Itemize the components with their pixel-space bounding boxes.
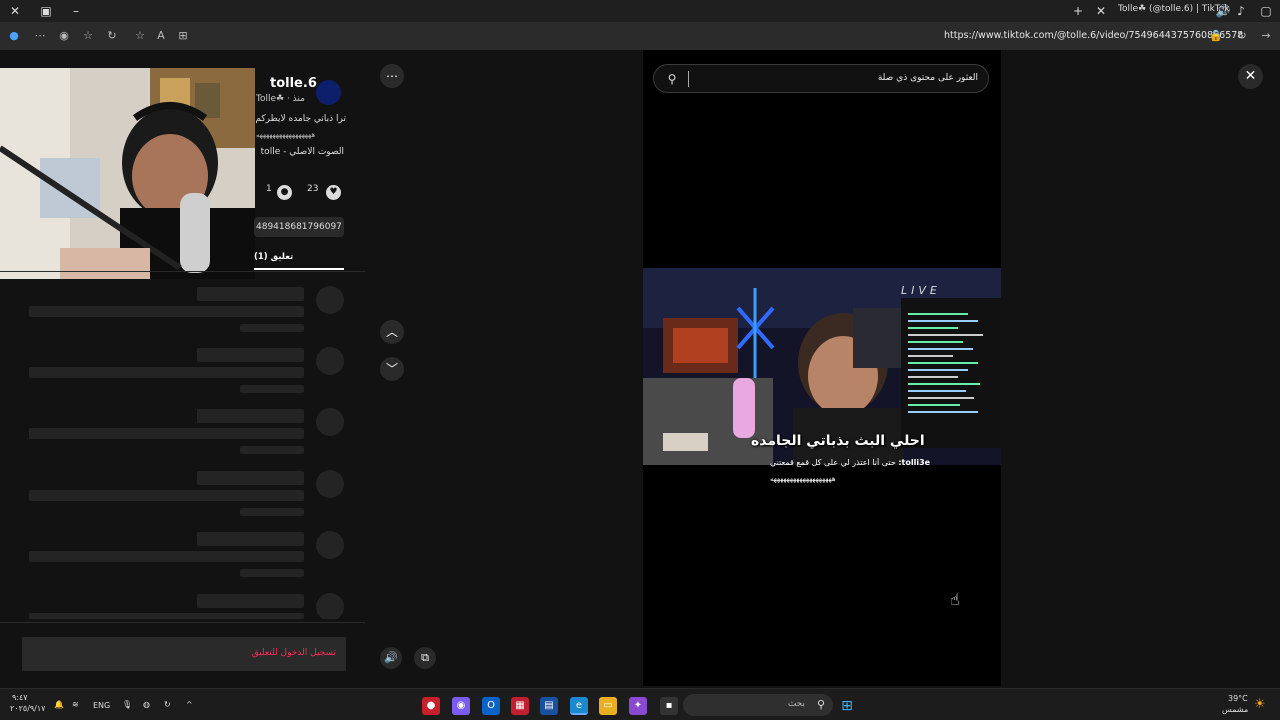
clock-time[interactable]: ٩:٤٧ [12,693,28,702]
tab-comments[interactable]: (1) تعليق [254,252,293,262]
more-icon[interactable]: ⋯ [32,28,48,44]
search-placeholder: العثور على محتوى ذي صلة [877,73,978,83]
star-icon[interactable]: ☆ [132,28,148,44]
app-tray-icon[interactable]: ◍ [143,700,150,709]
search-icon: ⚲ [816,698,825,711]
weather-desc[interactable]: مشمس [1222,705,1248,714]
close-window-icon[interactable]: ✕ [7,3,23,19]
comment-icon[interactable]: ● [277,185,292,200]
browser-titlebar: ✕ ▣ – + ✕ Tolle☘ (@tolle.6) | TikTok 🔊 ♪… [0,0,1280,22]
copilot-taskbar-icon[interactable]: ✦ [629,697,647,715]
copilot-icon[interactable]: ● [6,28,22,44]
store-icon[interactable]: ▤ [540,697,558,715]
author-username[interactable]: tolle.6 [270,76,317,91]
edge-icon[interactable]: e [570,697,588,715]
address-bar: ● ⋯ ◉ ☆ ↻ ☆ A ⊞ https://www.tiktok.com/@… [0,22,1280,50]
minimize-icon[interactable]: – [68,3,84,19]
gift-app-icon[interactable]: ▦ [511,697,529,715]
refresh-icon[interactable]: ↻ [1234,28,1250,44]
tiktok-favicon-icon: ♪ [1237,4,1245,18]
comment-skeleton [0,408,365,458]
video-overlay-text: احلي البث بذباتي الجامده [751,433,925,449]
search-icon[interactable]: ⚲ [664,71,680,87]
author-nickname: Tolle☘ · منذ [256,94,305,104]
new-tab-icon[interactable]: + [1070,3,1086,19]
comment-skeleton [0,531,365,581]
tab-actions-icon[interactable]: ▢ [1258,3,1274,19]
previous-video-button[interactable]: ︿ [380,320,404,344]
taskbar-search[interactable]: بحث ⚲ [683,694,833,716]
more-options-button[interactable]: ⋯ [380,64,404,88]
divider [0,271,365,272]
sync-icon[interactable]: ↻ [164,700,171,709]
tiktok-video-page: tolle.6 Tolle☘ · منذ ترا ذباتي جامده لاي… [0,50,1280,686]
webcam-overlay [0,68,255,279]
login-to-comment-bar[interactable]: تسجيل الدخول للتعليق [22,637,346,671]
speaker-icon[interactable]: 🔊 [1215,3,1231,19]
author-avatar[interactable] [316,80,341,105]
chat-message: tolli3e: حتى أنا اعتذر لي على كل قمع قمع… [770,458,1000,467]
windows-start-icon[interactable]: ⊞ [838,697,856,715]
chat-text: حتى أنا اعتذر لي على كل قمع قمعتني [770,458,896,467]
close-tab-icon[interactable]: ✕ [1093,3,1109,19]
weather-sun-icon[interactable]: ☀ [1254,697,1266,712]
terminal-icon[interactable]: ▪ [660,697,678,715]
comments-panel: tolle.6 Tolle☘ · منذ ترا ذباتي جامده لاي… [0,50,365,686]
split-screen-icon[interactable]: ⊞ [175,28,191,44]
video-caption: ترا ذباتي جامده لايطركم ج [256,114,346,124]
weather-temp[interactable]: 39°C [1228,694,1248,703]
outlook-icon[interactable]: O [482,697,500,715]
sound-link[interactable]: الصوت الأصلي - tolle [254,147,344,161]
comment-skeleton [0,347,365,397]
volume-icon[interactable]: 🔊 [380,647,402,669]
read-aloud-icon[interactable]: A [153,28,169,44]
favorites-icon[interactable]: ☆ [80,28,96,44]
comment-count: 1 [266,184,272,194]
webcam-image [0,68,255,279]
comment-skeleton [0,286,365,336]
profile-icon[interactable]: ◉ [56,28,72,44]
heart-icon[interactable]: ♥ [326,185,341,200]
copy-link-field[interactable]: 489418681796097 [254,217,344,237]
comment-skeleton [0,593,365,619]
search-input[interactable]: ⚲ العثور على محتوى ذي صلة [653,64,989,93]
file-explorer-icon[interactable]: ▭ [599,697,617,715]
discord-icon[interactable]: ◉ [452,697,470,715]
lock-icon[interactable]: 🔒 [1208,28,1224,44]
comment-skeleton [0,470,365,520]
tab-title[interactable]: Tolle☘ (@tolle.6) | TikTok [1118,4,1230,14]
history-icon[interactable]: ↻ [104,28,120,44]
restore-icon[interactable]: ▣ [38,3,54,19]
windows-taskbar: ٩:٤٧ ٢٠٢٥/٩/١٧ 🔔 ≋ ENG 🎙 ◍ ↻ ^ ● ◉ O ▦ ▤… [0,688,1280,720]
chevron-up-icon[interactable]: ^ [186,700,193,709]
notification-icon[interactable]: 🔔 [54,700,64,709]
url-field[interactable]: https://www.tiktok.com/@tolle.6/video/75… [944,30,1243,41]
picture-in-picture-icon[interactable]: ⧉ [414,647,436,669]
language-indicator[interactable]: ENG [93,701,110,710]
close-video-button[interactable]: ✕ [1238,64,1263,89]
tab-underline [254,268,344,270]
microphone-icon[interactable]: 🎙 [122,700,132,709]
like-count: 23 [307,184,319,194]
wifi-icon[interactable]: ≋ [72,700,79,709]
video-frame[interactable]: LIVE احلي البث بذباتي الجامده [643,268,1001,465]
login-to-comment-link[interactable]: تسجيل الدخول للتعليق [252,648,336,658]
text-caret [688,71,689,87]
chat-user: tolli3e: [898,458,931,467]
clock-date[interactable]: ٢٠٢٥/٩/١٧ [10,704,45,713]
next-video-button[interactable]: ﹀ [380,357,404,381]
back-icon[interactable]: → [1258,28,1274,44]
caption-laugh-line: هههههههههههههههههه [256,131,316,139]
chat-laugh-line: هههههههههههههههههههه [770,475,836,483]
live-watermark: LIVE [901,284,941,297]
recording-app-icon[interactable]: ● [422,697,440,715]
hand-cursor-icon: ☝ [950,590,960,609]
divider [0,622,365,623]
taskbar-search-label: بحث [787,699,805,709]
